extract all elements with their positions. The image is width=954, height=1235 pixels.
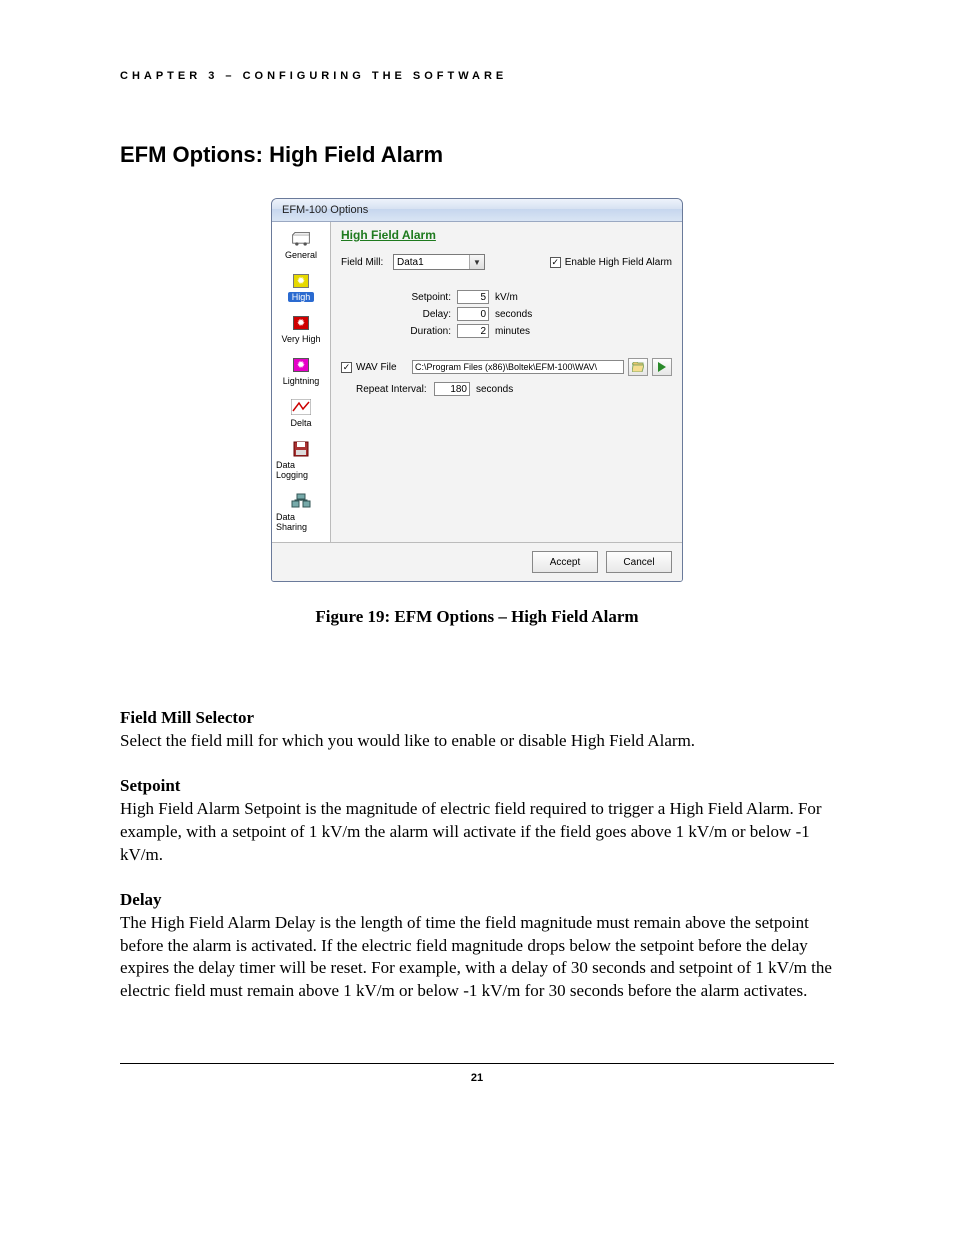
repeat-unit: seconds	[476, 384, 513, 395]
sidebar-label: Delta	[288, 418, 313, 428]
body-delay: Delay The High Field Alarm Delay is the …	[120, 889, 834, 1004]
chart-icon	[290, 398, 312, 416]
body-setpoint: Setpoint High Field Alarm Setpoint is th…	[120, 775, 834, 867]
duration-label: Duration:	[393, 326, 457, 337]
options-main-panel: High Field Alarm Field Mill: Data1 ▼ ✓ E…	[331, 222, 682, 542]
accept-button[interactable]: Accept	[532, 551, 598, 573]
sidebar-label: General	[283, 250, 319, 260]
sidebar-item-data-logging[interactable]: Data Logging	[272, 438, 330, 482]
wav-path-input[interactable]	[412, 360, 624, 374]
duration-unit: minutes	[495, 326, 530, 337]
dialog-button-bar: Accept Cancel	[272, 542, 682, 581]
sidebar-label: Lightning	[281, 376, 322, 386]
sidebar-item-very-high[interactable]: ✹ Very High	[272, 312, 330, 346]
sidebar-label: High	[288, 292, 315, 302]
setpoint-input[interactable]	[457, 290, 489, 304]
enable-checkbox[interactable]: ✓	[550, 257, 561, 268]
dialog-titlebar: EFM-100 Options	[272, 199, 682, 222]
folder-open-icon	[632, 362, 644, 372]
field-mill-label: Field Mill:	[341, 257, 393, 268]
wav-checkbox[interactable]: ✓	[341, 362, 352, 373]
options-dialog: EFM-100 Options General ✹ High ✹	[271, 198, 683, 582]
enable-label: Enable High Field Alarm	[565, 257, 672, 268]
light-yellow-icon: ✹	[290, 272, 312, 290]
sidebar-item-high[interactable]: ✹ High	[272, 270, 330, 304]
body-paragraph: Select the field mill for which you woul…	[120, 731, 695, 750]
field-mill-select[interactable]: Data1 ▼	[393, 254, 485, 270]
body-paragraph: The High Field Alarm Delay is the length…	[120, 913, 832, 1001]
wav-label: WAV File	[356, 362, 412, 373]
body-paragraph: High Field Alarm Setpoint is the magnitu…	[120, 799, 822, 864]
setpoint-label: Setpoint:	[393, 292, 457, 303]
play-icon	[657, 362, 667, 372]
network-icon	[290, 492, 312, 510]
body-heading: Setpoint	[120, 775, 834, 798]
options-sidebar: General ✹ High ✹ Very High ✹ Lightning	[272, 222, 331, 542]
play-button[interactable]	[652, 358, 672, 376]
cancel-button[interactable]: Cancel	[606, 551, 672, 573]
browse-button[interactable]	[628, 358, 648, 376]
duration-input[interactable]	[457, 324, 489, 338]
body-heading: Field Mill Selector	[120, 707, 834, 730]
save-icon	[290, 440, 312, 458]
sidebar-item-delta[interactable]: Delta	[272, 396, 330, 430]
setpoint-unit: kV/m	[495, 292, 518, 303]
body-field-mill: Field Mill Selector Select the field mil…	[120, 707, 834, 753]
field-mill-value: Data1	[397, 257, 424, 268]
sidebar-label: Data Sharing	[274, 512, 328, 532]
figure-caption: Figure 19: EFM Options – High Field Alar…	[120, 607, 834, 627]
sidebar-label: Data Logging	[274, 460, 328, 480]
chevron-down-icon: ▼	[469, 255, 484, 269]
light-magenta-icon: ✹	[290, 356, 312, 374]
page-number: 21	[120, 1072, 834, 1084]
sidebar-item-data-sharing[interactable]: Data Sharing	[272, 490, 330, 534]
repeat-input[interactable]	[434, 382, 470, 396]
sidebar-label: Very High	[279, 334, 322, 344]
body-heading: Delay	[120, 889, 834, 912]
sidebar-item-lightning[interactable]: ✹ Lightning	[272, 354, 330, 388]
panel-title: High Field Alarm	[341, 228, 672, 242]
light-red-icon: ✹	[290, 314, 312, 332]
section-title: EFM Options: High Field Alarm	[120, 142, 834, 168]
sidebar-item-general[interactable]: General	[272, 228, 330, 262]
rolodex-icon	[290, 230, 312, 248]
delay-input[interactable]	[457, 307, 489, 321]
chapter-header: CHAPTER 3 – CONFIGURING THE SOFTWARE	[120, 70, 834, 82]
footer-rule	[120, 1063, 834, 1064]
repeat-label: Repeat Interval:	[356, 384, 434, 395]
delay-unit: seconds	[495, 309, 532, 320]
delay-label: Delay:	[393, 309, 457, 320]
